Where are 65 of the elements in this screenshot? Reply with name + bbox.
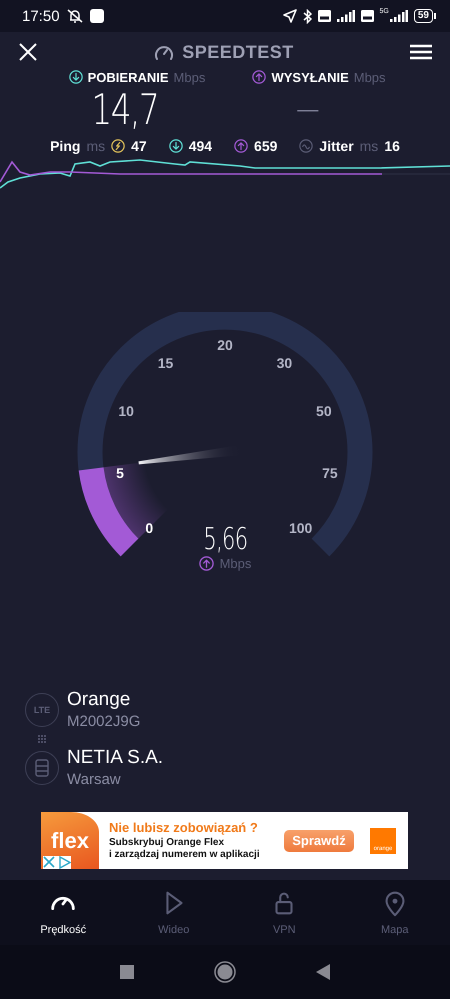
lte-badge: LTE	[25, 693, 59, 727]
scale-label: 0	[145, 520, 154, 536]
jitter-icon	[299, 139, 314, 153]
signal-icon	[390, 10, 408, 22]
bluetooth-icon	[302, 8, 312, 24]
location-icon	[282, 9, 297, 23]
result-value: —	[296, 91, 318, 129]
ad-cta-button[interactable]: Sprawdź	[284, 830, 354, 852]
scale-label: 30	[276, 355, 292, 372]
unit-label: Mbps	[174, 70, 206, 84]
menu-button[interactable]	[410, 44, 432, 60]
scale-label: 75	[322, 464, 338, 481]
latency-value: 47	[131, 138, 147, 154]
scale-label: 5	[116, 464, 124, 481]
upload-icon	[252, 70, 266, 84]
scale-label: 15	[158, 355, 174, 372]
adchoices-icon[interactable]	[59, 856, 71, 869]
result-label: POBIERANIE	[88, 70, 169, 84]
volte-icon	[318, 10, 331, 22]
home-button[interactable]	[214, 961, 236, 983]
clock: 17:50	[22, 8, 60, 24]
upload-icon	[198, 556, 214, 571]
connection-name: Orange	[67, 688, 132, 712]
upload-icon	[234, 139, 248, 153]
unit-label: ms	[360, 138, 378, 154]
result-label: WYSYŁANIE	[271, 70, 349, 84]
server-icon	[35, 759, 49, 777]
scale-label: 10	[118, 403, 134, 420]
close-button[interactable]	[18, 42, 38, 62]
scale-label: 20	[217, 337, 233, 353]
scale-label: 50	[316, 403, 332, 420]
speedometer-icon	[154, 43, 174, 61]
unit-label: ms	[86, 138, 106, 154]
ad-text: i zarządzaj numerem w aplikacji	[109, 849, 261, 861]
ad-headline: Nie lubisz zobowiązań ?	[109, 820, 259, 835]
notification-icon	[90, 9, 104, 23]
close-icon[interactable]	[43, 856, 55, 868]
result-value: 14,7	[92, 86, 158, 134]
scale-label: 100	[288, 520, 312, 536]
ping-label: Ping	[50, 138, 80, 154]
speed-reading: 5,66	[203, 524, 247, 556]
connection-detail: Warsaw	[67, 770, 122, 790]
connection-name: NETIA S.A.	[67, 746, 164, 770]
volte-icon	[360, 10, 374, 22]
connection-detail: M2002J9G	[67, 712, 140, 732]
signal-icon	[336, 10, 355, 22]
jitter-value: 16	[384, 138, 400, 154]
download-icon	[68, 70, 83, 84]
jitter-label: Jitter	[319, 138, 354, 154]
battery-icon: 59	[414, 9, 436, 23]
latency-value: 494	[188, 138, 212, 154]
connector-dots	[37, 734, 47, 744]
unit-label: Mbps	[354, 70, 386, 84]
bolt-icon	[111, 139, 126, 153]
unit-label: Mbps	[220, 556, 252, 571]
nav-tab[interactable]: Mapa	[340, 880, 450, 945]
download-icon	[168, 139, 183, 153]
muted-bell-icon	[66, 8, 84, 24]
nav-tab[interactable]: VPN	[229, 880, 340, 945]
nav-tab[interactable]: Wideo	[118, 880, 229, 945]
latency-value: 659	[254, 138, 278, 154]
back-button[interactable]	[316, 964, 330, 980]
ad-text: Subskrybuj Orange Flex	[109, 837, 226, 849]
nav-tab[interactable]: Prędkość	[8, 880, 118, 945]
app-title: SPEEDTEST	[182, 42, 294, 62]
